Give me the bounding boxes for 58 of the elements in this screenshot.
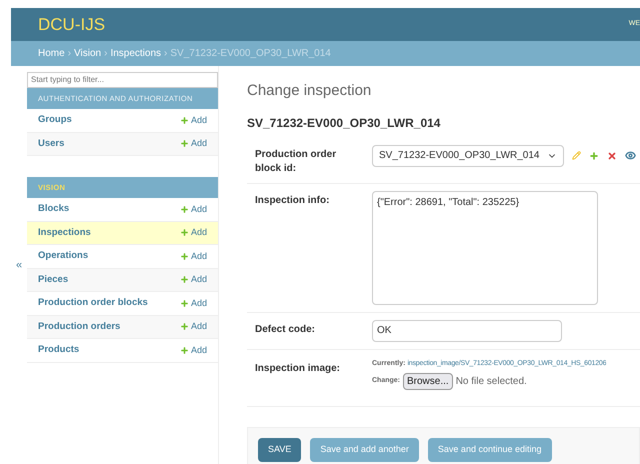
add-link[interactable]: Add (180, 226, 207, 240)
page-title: Change inspection (247, 81, 372, 101)
breadcrumb-link[interactable]: Inspections (110, 46, 162, 61)
model-link[interactable]: Pieces (38, 272, 68, 287)
breadcrumb-link[interactable]: Vision (74, 46, 102, 61)
add-icon (180, 204, 189, 214)
field-label: Inspection image: (254, 362, 342, 376)
add-icon (180, 275, 189, 284)
model-link[interactable]: Groups (38, 113, 72, 128)
add-icon (180, 228, 189, 238)
object-title: SV_71232-EV000_OP30_LWR_014 (247, 114, 442, 132)
add-link[interactable]: Add (180, 296, 207, 310)
model-link[interactable]: Users (38, 136, 64, 151)
site-brand[interactable]: DCU-IJS (38, 12, 106, 38)
model-row[interactable]: Pieces Add (27, 268, 218, 292)
delete-icon[interactable] (607, 150, 618, 160)
add-link[interactable]: Add (180, 344, 207, 357)
add-link[interactable]: Add (180, 320, 207, 334)
model-link[interactable]: Production orders (38, 320, 120, 334)
save-option-button[interactable]: Save and continue editing (428, 438, 552, 462)
model-link[interactable]: Production order blocks (38, 296, 148, 310)
info-textarea[interactable]: {"Error": 28691, "Total": 235225} (372, 190, 598, 304)
breadcrumb-separator: › (68, 47, 72, 61)
add-link[interactable]: Add (180, 202, 207, 216)
breadcrumb-separator: › (104, 47, 108, 61)
add-icon (180, 116, 189, 125)
model-link[interactable]: Products (38, 343, 80, 358)
model-row[interactable]: Users Add (27, 132, 218, 156)
field-label: Inspection info: (254, 194, 330, 208)
add-link[interactable]: Add (180, 114, 207, 127)
collapse-toggle[interactable]: « (16, 256, 22, 274)
breadcrumb-link[interactable]: Home (38, 46, 65, 61)
block-select[interactable]: SV_71232-EV000_OP30_LWR_014 (372, 144, 564, 166)
add-link[interactable]: Add (180, 137, 207, 150)
defect-code-field[interactable]: OK (372, 320, 562, 342)
model-link[interactable]: Blocks (38, 202, 70, 216)
view-icon[interactable] (625, 150, 636, 161)
save-option-button[interactable]: Save and add another (310, 438, 419, 462)
add-icon (180, 139, 189, 148)
model-link[interactable]: Inspections (38, 226, 91, 240)
filter-field[interactable]: Start typing to filter... (27, 72, 218, 88)
add-link[interactable]: Add (180, 273, 207, 286)
field-label: Production order block id: (254, 148, 338, 176)
add-icon (180, 298, 189, 308)
add-icon (180, 346, 189, 355)
add-icon[interactable] (589, 150, 600, 160)
save-button[interactable]: SAVE (258, 438, 302, 462)
breadcrumb-current: SV_71232-EV000_OP30_LWR_014 (170, 47, 331, 61)
field-label: Defect code: (254, 322, 316, 336)
add-link[interactable]: Add (180, 250, 207, 263)
no-file-text: No file selected. (456, 375, 527, 389)
model-row[interactable]: Inspections Add (27, 222, 218, 245)
breadcrumb-separator: › (164, 47, 168, 61)
model-link[interactable]: Operations (38, 249, 88, 264)
browse-button[interactable]: Browse... (403, 373, 453, 390)
add-icon (180, 252, 189, 261)
model-row[interactable]: Production orders Add (27, 316, 218, 339)
add-icon (180, 322, 189, 332)
